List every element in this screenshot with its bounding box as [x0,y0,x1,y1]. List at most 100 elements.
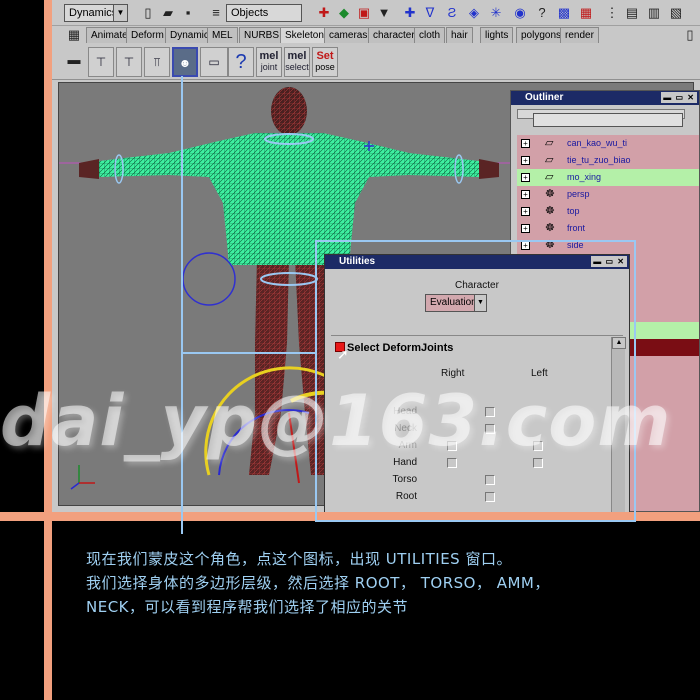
shelf-buttons: ▬ ⊤ ⊤ ⫪ ☻ ▭ ? mel joint mel select Set p… [52,44,700,80]
joint-tool-button[interactable]: ⊤ [88,47,114,77]
character-head-icon: ☻ [178,56,192,70]
expand-icon[interactable]: + [521,190,530,199]
pointer-line-horizontal [181,352,317,354]
mel-select-button[interactable]: mel select [284,47,310,77]
attribute-editor-icon[interactable]: ▥ [646,5,662,21]
axis-gizmo [70,465,95,490]
snap-grid-icon[interactable]: ✚ [402,5,418,21]
expand-icon[interactable]: + [521,139,530,148]
mel-select-bottom: select [285,62,309,72]
tab-skeleton[interactable]: Skeleton [280,27,329,43]
outliner-item-label: mo_xing [567,172,602,182]
set-pose-button[interactable]: Set pose [312,47,338,77]
select-component-icon[interactable]: ▣ [356,5,372,21]
local-icon: ▭ [208,55,220,69]
snap-curve-icon[interactable]: ᐁ [422,5,438,21]
help-icon[interactable]: ? [534,5,550,21]
outliner-item[interactable]: + ☸ persp [517,186,699,203]
snap-live-icon[interactable]: ✳ [488,5,504,21]
mel-joint-top: mel [259,50,279,62]
selection-mode-icon[interactable]: ≡ [208,5,224,21]
channel-box-icon[interactable]: ▤ [624,5,640,21]
mel-joint-button[interactable]: mel joint [256,47,282,77]
frame-left-border [44,0,52,700]
ipr-icon[interactable]: ⋮ [604,5,620,21]
tab-hair[interactable]: hair [446,27,473,43]
outliner-title-bar[interactable]: Outliner ▬ ▭ ✕ [511,91,699,105]
shelf-menu-icon[interactable]: ▦ [66,27,82,43]
expand-icon[interactable]: + [521,156,530,165]
shelf-tabs: ▦ Animate Deform Dynamic MEL NURBS Skele… [52,26,700,44]
outliner-filter-field[interactable] [533,113,683,127]
help-shelf-button[interactable]: ? [228,47,254,77]
caption-line-2: 我们选择身体的多边形层级，然后选择 ROOT， TORSO， AMM， [86,574,550,592]
outliner-item[interactable]: + ☸ front [517,220,699,237]
tab-cameras[interactable]: cameras [324,27,373,43]
outliner-item[interactable]: + ☸ top [517,203,699,220]
snap-point-icon[interactable]: Ƨ [444,5,460,21]
question-icon: ? [235,51,247,73]
set-pose-top: Set [316,50,334,62]
tab-nurbs[interactable]: NURBS [239,27,285,43]
screenshot-root: Dynamics ▼ ▯ ▰ ▪ ≡ Objects ✚ ◆ ▣ ▼ ✚ ᐁ Ƨ… [0,0,700,700]
select-object-icon[interactable]: ◆ [336,5,352,21]
ik-handle-icon: ⊤ [123,55,135,69]
outliner-item-label: persp [567,189,590,199]
open-folder-icon[interactable]: ▰ [160,5,176,21]
transform-node-icon: ▱ [545,137,554,149]
character-head [271,87,307,135]
shelf-options-icon[interactable]: ▬ [66,52,82,68]
watermark: dai_yp@163.com [0,380,672,462]
snap-view-icon[interactable]: ◈ [466,5,482,21]
status-line: Dynamics ▼ ▯ ▰ ▪ ≡ Objects ✚ ◆ ▣ ▼ ✚ ᐁ Ƨ… [52,0,700,26]
expand-icon[interactable]: + [521,207,530,216]
history-icon[interactable]: ◉ [512,5,528,21]
mel-select-top: mel [287,50,307,62]
chevron-down-icon: ▼ [113,5,127,21]
select-hierarchy-icon[interactable]: ✚ [316,5,332,21]
joint-icon: ⊤ [95,55,107,69]
tab-character[interactable]: character [368,27,420,43]
outliner-item-label: tie_tu_zuo_biao [567,155,631,165]
mode-dropdown[interactable]: Dynamics ▼ [64,4,128,22]
tab-deform[interactable]: Deform [126,27,169,43]
new-scene-icon[interactable]: ▯ [140,5,156,21]
ik-spline-button[interactable]: ⫪ [144,47,170,77]
trash-icon[interactable]: ▯ [682,27,698,43]
outliner-item[interactable]: + ▱ can_kao_wu_ti [517,135,699,152]
render-view-icon[interactable]: ▩ [556,5,572,21]
set-pose-bottom: pose [315,62,335,72]
outliner-item[interactable]: + ▱ mo_xing [517,169,699,186]
render-icon[interactable]: ▦ [578,5,594,21]
outliner-item[interactable]: + ▱ tie_tu_zuo_biao [517,152,699,169]
expand-icon[interactable]: + [521,173,530,182]
transform-node-icon: ▱ [545,171,554,183]
tab-mel[interactable]: MEL [207,27,238,43]
camera-node-icon: ☸ [545,205,555,217]
selection-mask-dropdown[interactable]: Objects [226,4,302,22]
tab-lights[interactable]: lights [480,27,514,43]
tab-polygons[interactable]: polygons [516,27,567,43]
pointer-line [181,76,183,534]
ik-spline-icon: ⫪ [153,55,161,69]
outliner-item-label: can_kao_wu_ti [567,138,628,148]
mode-dropdown-label: Dynamics [69,7,118,19]
expand-icon[interactable]: + [521,224,530,233]
mask-icon[interactable]: ▼ [376,5,392,21]
outliner-title: Outliner [525,92,564,103]
camera-node-icon: ☸ [545,222,555,234]
outliner-item-label: top [567,206,580,216]
tab-cloth[interactable]: cloth [414,27,446,43]
caption-line-3: NECK，可以看到程序帮我们选择了相应的关节 [86,598,409,616]
outliner-item-label: front [567,223,586,233]
save-scene-icon[interactable]: ▪ [180,5,196,21]
transform-node-icon: ▱ [545,154,554,166]
ik-handle-button[interactable]: ⊤ [116,47,142,77]
character-utilities-button[interactable]: ☻ [172,47,198,77]
selection-mask-label: Objects [231,7,269,19]
tool-settings-icon[interactable]: ▧ [668,5,684,21]
tab-render[interactable]: render [560,27,599,43]
window-controls-icon[interactable]: ▬ ▭ ✕ [661,92,697,103]
mel-joint-bottom: joint [260,62,278,72]
toggle-local-button[interactable]: ▭ [200,47,228,77]
